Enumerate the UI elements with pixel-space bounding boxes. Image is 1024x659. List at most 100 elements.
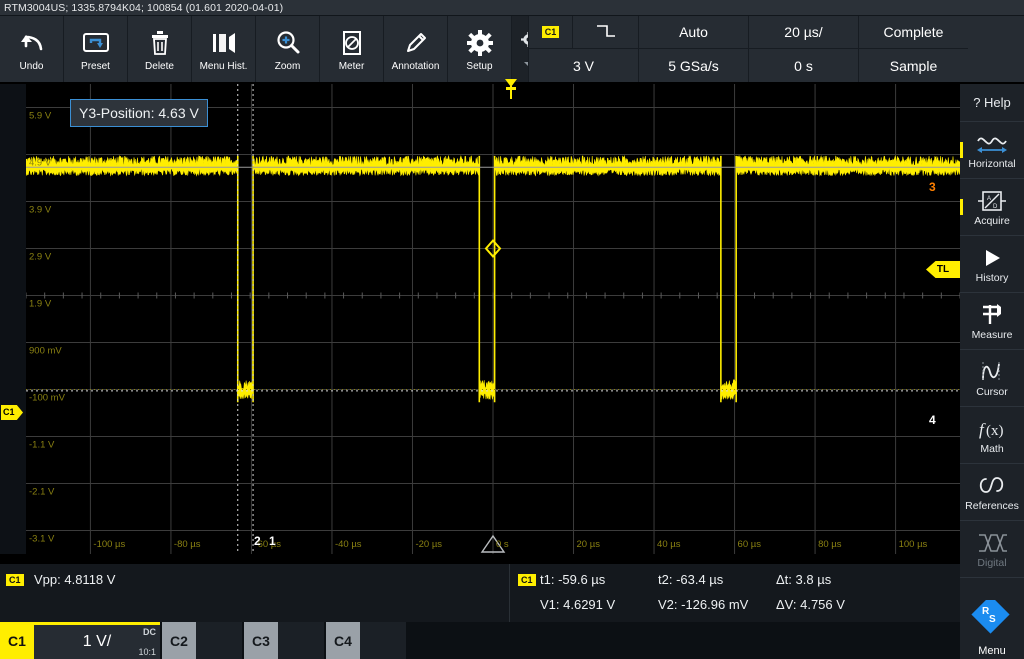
cursor-marker-4[interactable]: 4 <box>929 413 936 427</box>
channel-scale: 1 V/ <box>82 633 112 650</box>
cursor-t1-value: t1: -59.6 µs <box>540 572 606 587</box>
channel-probe-ratio: 10:1 <box>138 647 156 657</box>
channel-settings-c3[interactable] <box>278 622 324 659</box>
horizontal-wave-icon <box>975 131 1009 157</box>
toolbar-button-menu-history[interactable]: Menu Hist. <box>192 16 256 82</box>
toolbar-button-setup[interactable]: Setup <box>448 16 512 82</box>
adc-icon: AD <box>977 188 1007 214</box>
channel-settings-c2[interactable] <box>196 622 242 659</box>
sample-rate-cell[interactable]: 5 GSa/s <box>638 49 748 82</box>
eye-diagram-icon <box>975 530 1009 556</box>
sidebar-item-references[interactable]: References <box>960 464 1024 521</box>
channel-button-c3[interactable]: C3 <box>244 622 324 659</box>
trigger-source-cell[interactable]: C1 <box>528 16 572 49</box>
channel-button-c4[interactable]: C4 <box>326 622 406 659</box>
menu-button[interactable]: RS Menu <box>960 595 1024 659</box>
question-mark-icon: ? Help <box>973 94 1011 110</box>
sidebar-item-label: Digital <box>977 556 1007 569</box>
sidebar-item-digital[interactable]: Digital <box>960 521 1024 578</box>
waveform-display[interactable]: 5.9 V 4.9 V 3.9 V 2.9 V 1.9 V 900 mV -100 mV -1… <box>26 84 960 554</box>
cursor-wave-icon <box>977 359 1007 385</box>
toolbar-button-zoom[interactable]: Zoom <box>256 16 320 82</box>
undo-arrow-icon <box>19 26 45 60</box>
sidebar-tick <box>960 142 963 158</box>
menu-history-icon <box>210 26 238 60</box>
results-panel: C1 Vpp: 4.8118 V C1 t1: -59.6 µs t2: -63… <box>0 564 960 622</box>
channel-tag: C4 <box>326 622 360 659</box>
left-gutter <box>0 84 26 554</box>
sidebar-item-acquire[interactable]: AD Acquire <box>960 179 1024 236</box>
acquisition-mode-cell[interactable]: Sample <box>858 49 968 82</box>
measurement-results[interactable]: C1 Vpp: 4.8118 V <box>0 564 510 622</box>
svg-text:A: A <box>987 196 991 202</box>
menu-button-label: Menu <box>978 645 1006 657</box>
toolbar-button-preset[interactable]: Preset <box>64 16 128 82</box>
window-title-bar: RTM3004US; 1335.8794K04; 100854 (01.601 … <box>0 0 1024 16</box>
channel-tag: C1 <box>0 622 34 659</box>
cursor-marker-3[interactable]: 3 <box>929 180 936 194</box>
channel-button-c1[interactable]: C1 1 V/ DC 10:1 <box>0 622 160 659</box>
sidebar-item-label: Math <box>980 442 1004 455</box>
sidebar-item-label: Acquire <box>974 214 1010 227</box>
channel-button-c2[interactable]: C2 <box>162 622 242 659</box>
toolbar-button-meter[interactable]: Meter <box>320 16 384 82</box>
sidebar-item-horizontal[interactable]: Horizontal <box>960 122 1024 179</box>
trigger-position-marker[interactable] <box>504 78 518 100</box>
trigger-status-bar: C1 Auto 20 µs/ Complete 3 V 5 GSa/s 0 s … <box>528 16 968 82</box>
zoom-in-magnifier-icon <box>275 26 301 60</box>
sidebar-item-help[interactable]: ? Help <box>960 84 1024 122</box>
toolbar-button-annotation[interactable]: Annotation <box>384 16 448 82</box>
channel-bar: C1 1 V/ DC 10:1 C2 C3 C4 <box>0 622 960 659</box>
sidebar-item-label: History <box>975 271 1009 284</box>
status-badge: C1 <box>541 26 560 38</box>
acquisition-state-cell[interactable]: Complete <box>858 16 968 49</box>
svg-text:f: f <box>979 420 986 439</box>
right-sidebar: ? Help Horizontal AD Acquire History Mea… <box>960 84 1024 627</box>
sidebar-item-math[interactable]: f (x) Math <box>960 407 1024 464</box>
channel-coupling: DC <box>143 627 156 637</box>
sidebar-item-history[interactable]: History <box>960 236 1024 293</box>
cursor-delta-v-value: ΔV: 4.756 V <box>776 597 845 612</box>
measurement-value: Vpp: 4.8118 V <box>34 572 116 587</box>
trigger-level-cell[interactable]: 3 V <box>528 49 638 82</box>
channel-tag: C3 <box>244 622 278 659</box>
toolbar-label: Preset <box>81 60 110 72</box>
waveform-canvas <box>26 84 960 554</box>
trigger-slope-cell[interactable] <box>572 16 638 49</box>
toolbar-label: Menu Hist. <box>199 60 248 72</box>
svg-text:D: D <box>993 204 998 210</box>
toolbar-button-delete[interactable]: Delete <box>128 16 192 82</box>
toolbar-label: Undo <box>19 60 44 72</box>
cursor-delta-t-value: Δt: 3.8 µs <box>776 572 832 587</box>
trigger-mode-cell[interactable]: Auto <box>638 16 748 49</box>
sidebar-item-label: Cursor <box>976 385 1008 398</box>
sidebar-item-cursor[interactable]: Cursor <box>960 350 1024 407</box>
cursor-marker-1[interactable]: 1 <box>269 534 276 548</box>
rohde-schwarz-logo-icon: RS <box>968 595 1016 645</box>
oscilloscope-screen: RTM3004US; 1335.8794K04; 100854 (01.601 … <box>0 0 1024 659</box>
cursor-marker-2[interactable]: 2 <box>254 534 261 548</box>
sidebar-item-label: Measure <box>971 328 1013 341</box>
horizontal-position-cell[interactable]: 0 s <box>748 49 858 82</box>
toolbar-label: Zoom <box>274 60 301 72</box>
sidebar-item-measure[interactable]: Measure <box>960 293 1024 350</box>
toolbar-button-undo[interactable]: Undo <box>0 16 64 82</box>
cursor-channel-badge: C1 <box>518 574 536 586</box>
channel-tag: C2 <box>162 622 196 659</box>
timebase-cell[interactable]: 20 µs/ <box>748 16 858 49</box>
toolbar-label: Annotation <box>391 60 440 72</box>
trash-icon <box>149 26 171 60</box>
svg-text:(x): (x) <box>986 423 1004 439</box>
cursor-v1-value: V1: 4.6291 V <box>540 597 616 612</box>
preset-icon <box>82 26 110 60</box>
cursor-results[interactable]: C1 t1: -59.6 µs t2: -63.4 µs Δt: 3.8 µs … <box>510 564 960 622</box>
toolbar-label: Delete <box>145 60 174 72</box>
cursor-v2-value: V2: -126.96 mV <box>658 597 749 612</box>
cursor-t2-value: t2: -63.4 µs <box>658 572 724 587</box>
sidebar-tick <box>960 199 963 215</box>
toolbar-label: Setup <box>466 60 493 72</box>
measurement-channel-badge: C1 <box>6 574 24 586</box>
channel-settings-c1[interactable]: 1 V/ DC 10:1 <box>34 622 160 659</box>
channel-settings-c4[interactable] <box>360 622 406 659</box>
fx-icon: f (x) <box>975 416 1009 442</box>
